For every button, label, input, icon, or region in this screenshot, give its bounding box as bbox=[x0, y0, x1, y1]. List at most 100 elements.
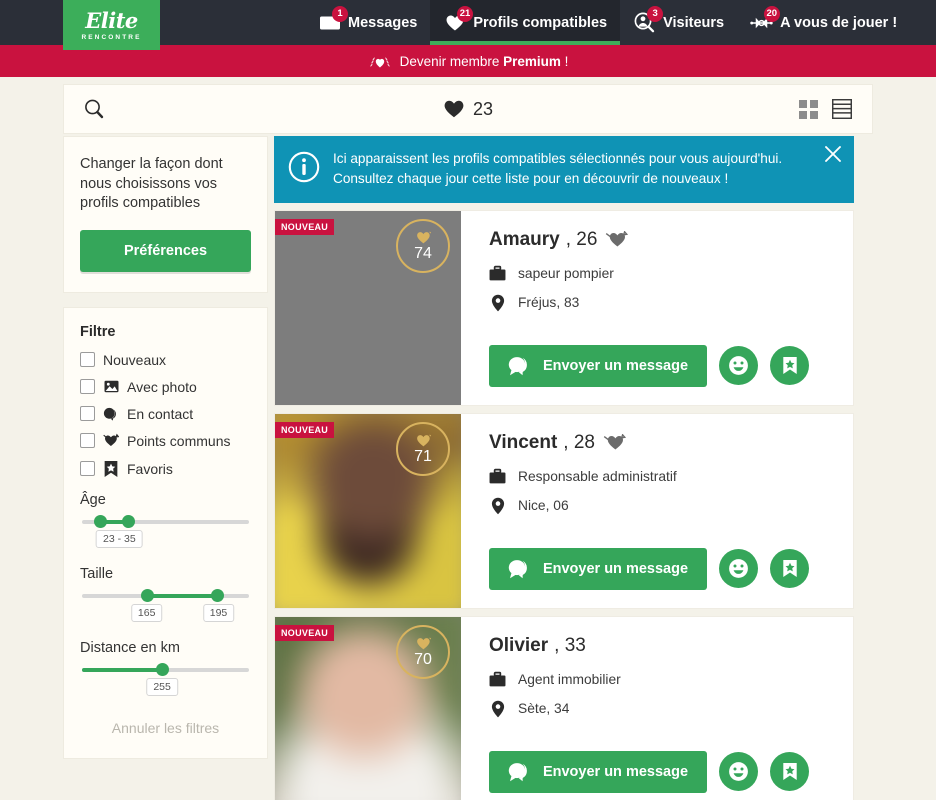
photo-icon bbox=[103, 380, 119, 393]
filter-checkbox[interactable] bbox=[80, 406, 95, 422]
close-icon[interactable] bbox=[824, 145, 842, 163]
heart-arrow-icon bbox=[603, 434, 626, 451]
slider-track[interactable] bbox=[82, 589, 249, 603]
site-logo[interactable]: Elite RENCONTRE bbox=[63, 0, 160, 50]
add-favorite-button[interactable] bbox=[770, 549, 809, 589]
filter-option-label: Points communs bbox=[127, 432, 231, 449]
slider-knob-max[interactable] bbox=[122, 515, 136, 529]
preferences-button[interactable]: Préférences bbox=[80, 229, 251, 272]
nav-badge: 21 bbox=[456, 5, 474, 22]
filter-option-nouveaux[interactable]: Nouveaux bbox=[80, 352, 251, 368]
heart-laurel-icon bbox=[368, 53, 392, 69]
profile-avatar[interactable]: NOUVEAU 71 bbox=[275, 413, 461, 608]
score-value: 71 bbox=[414, 447, 432, 465]
profile-details: Olivier, 33 Agent immobilier Sète, 34 Envoy… bbox=[461, 617, 853, 800]
score-value: 74 bbox=[414, 244, 432, 262]
slider-knob[interactable] bbox=[155, 663, 169, 677]
search-icon[interactable] bbox=[64, 98, 124, 120]
filter-checkbox[interactable] bbox=[80, 379, 95, 395]
map-pin-icon bbox=[489, 294, 506, 312]
filter-option-list: Nouveaux Avec photo En contact Points commu… bbox=[80, 352, 251, 478]
slider-track[interactable] bbox=[82, 663, 249, 677]
slider-knob-min[interactable] bbox=[140, 589, 154, 603]
nav-item-profils-compatibles[interactable]: 21 Profils compatibles bbox=[430, 0, 621, 45]
profile-location: Nice, 06 bbox=[518, 498, 569, 514]
new-badge: NOUVEAU bbox=[275, 421, 335, 438]
send-message-button[interactable]: Envoyer un message bbox=[489, 344, 707, 387]
slider-pill-row: 255 bbox=[80, 677, 251, 700]
chat-bubbles-icon bbox=[508, 558, 533, 579]
profile-avatar[interactable]: NOUVEAU 74 bbox=[275, 210, 461, 405]
info-banner: Ici apparaissent les profils compatibles… bbox=[274, 136, 854, 203]
profile-actions: Envoyer un message bbox=[489, 547, 835, 590]
view-toggle-group bbox=[799, 99, 852, 119]
list-view-icon[interactable] bbox=[832, 99, 852, 119]
profile-age: , 28 bbox=[563, 431, 595, 453]
nav-item-a-vous-de-jouer[interactable]: 20 A vous de jouer ! bbox=[737, 0, 910, 45]
send-message-button[interactable]: Envoyer un message bbox=[489, 547, 707, 590]
slider-knob-max[interactable] bbox=[210, 589, 224, 603]
profile-job: Agent immobilier bbox=[518, 671, 621, 687]
slider--ge: Âge 23 - 35 bbox=[80, 492, 251, 552]
sidebar: Changer la façon dont nous choisissons v… bbox=[63, 136, 268, 759]
send-smile-button[interactable] bbox=[719, 346, 758, 386]
profile-location: Fréjus, 83 bbox=[518, 295, 580, 311]
chat-bubbles-icon bbox=[508, 761, 533, 782]
filter-checkbox[interactable] bbox=[80, 461, 95, 477]
profile-card[interactable]: NOUVEAU 71 Vincent, 28 Responsable administ… bbox=[274, 412, 854, 609]
nav-item-messages[interactable]: 1 Messages bbox=[305, 0, 430, 45]
profile-age: , 26 bbox=[565, 228, 598, 250]
preferences-description: Changer la façon dont nous choisissons v… bbox=[80, 156, 223, 212]
nav-item-label: Messages bbox=[348, 14, 418, 31]
search-input[interactable] bbox=[124, 101, 799, 117]
slider-track[interactable] bbox=[82, 515, 249, 529]
filter-slider-list: Âge 23 - 35 Taille 165 195 Distance en km 255 bbox=[80, 492, 251, 700]
filter-title: Filtre bbox=[80, 323, 116, 340]
profile-avatar[interactable]: NOUVEAU 70 bbox=[275, 616, 461, 800]
nav-badge: 3 bbox=[647, 5, 664, 22]
profile-job: Responsable administratif bbox=[518, 468, 677, 484]
map-pin-icon bbox=[489, 700, 506, 718]
slider-taille: Taille 165 195 bbox=[80, 566, 251, 626]
slider-knob-min[interactable] bbox=[93, 515, 107, 529]
filter-checkbox[interactable] bbox=[80, 433, 95, 449]
send-message-button[interactable]: Envoyer un message bbox=[489, 750, 707, 793]
add-favorite-button[interactable] bbox=[770, 752, 809, 792]
nav-item-visiteurs[interactable]: 3 Visiteurs bbox=[620, 0, 737, 45]
add-favorite-button[interactable] bbox=[770, 346, 809, 386]
profile-age: , 33 bbox=[554, 634, 586, 656]
contact-bubbles-icon bbox=[103, 407, 119, 421]
profile-job-row: Agent immobilier bbox=[489, 671, 835, 688]
send-smile-button[interactable] bbox=[719, 752, 758, 792]
profile-actions: Envoyer un message bbox=[489, 344, 835, 387]
slider-value-pill: 165 bbox=[130, 603, 163, 622]
grid-view-icon[interactable] bbox=[799, 99, 818, 119]
slider-fill bbox=[147, 593, 218, 598]
nav-badge: 1 bbox=[332, 5, 348, 22]
profile-card[interactable]: NOUVEAU 74 Amaury, 26 sapeur pompier Fréjus,… bbox=[274, 209, 854, 406]
map-pin-icon bbox=[489, 497, 506, 515]
profile-location-row: Fréjus, 83 bbox=[489, 294, 835, 312]
filter-option-favoris[interactable]: Favoris bbox=[80, 460, 251, 478]
slider-value-pill: 195 bbox=[202, 603, 235, 622]
profile-job-row: Responsable administratif bbox=[489, 468, 835, 485]
profile-name: Olivier bbox=[489, 634, 549, 656]
filter-option-label: Favoris bbox=[127, 460, 173, 477]
slider-fill bbox=[82, 667, 163, 672]
filter-checkbox[interactable] bbox=[80, 352, 95, 368]
slider-value-pill: 23 - 35 bbox=[95, 529, 143, 548]
filter-option-en-contact[interactable]: En contact bbox=[80, 406, 251, 422]
profile-location-row: Nice, 06 bbox=[489, 497, 835, 515]
info-banner-text: Ici apparaissent les profils compatibles… bbox=[333, 149, 782, 190]
cancel-filters-link[interactable]: Annuler les filtres bbox=[80, 720, 251, 736]
filter-option-points-communs[interactable]: Points communs bbox=[80, 433, 251, 449]
profile-location-row: Sète, 34 bbox=[489, 700, 835, 718]
visitor-search-icon: 3 bbox=[633, 5, 664, 34]
send-message-label: Envoyer un message bbox=[542, 763, 689, 780]
send-smile-button[interactable] bbox=[719, 549, 758, 589]
slider-distance-en-km: Distance en km 255 bbox=[80, 640, 251, 700]
profile-card[interactable]: NOUVEAU 70 Olivier, 33 Agent immobilier Sète… bbox=[274, 615, 854, 800]
filter-option-avec-photo[interactable]: Avec photo bbox=[80, 379, 251, 395]
send-message-label: Envoyer un message bbox=[542, 560, 689, 577]
compatibility-score: 74 bbox=[396, 218, 450, 273]
